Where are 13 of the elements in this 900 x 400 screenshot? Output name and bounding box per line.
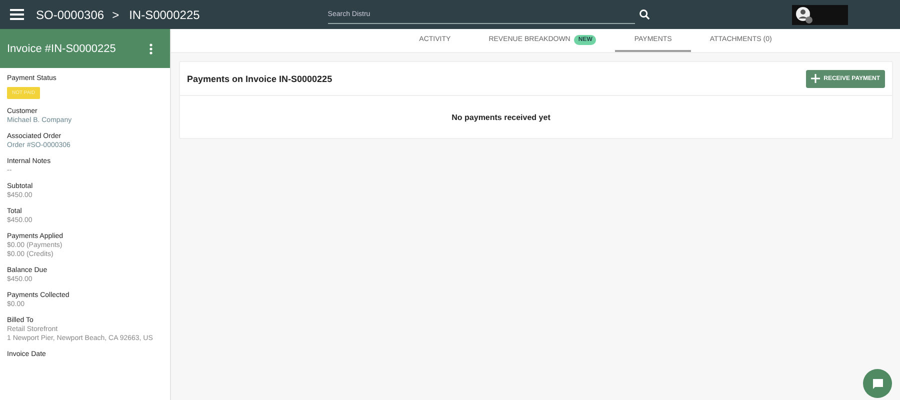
more-icon[interactable] bbox=[149, 42, 153, 54]
empty-message: No payments received yet bbox=[452, 112, 550, 122]
menu-icon[interactable] bbox=[10, 9, 24, 20]
breadcrumb-separator: > bbox=[112, 8, 120, 22]
breadcrumb-link[interactable]: SO-0000306 bbox=[36, 8, 104, 22]
card-title: Payments on Invoice IN-S0000225 bbox=[187, 74, 332, 84]
plus-icon bbox=[810, 74, 820, 83]
user-avatar-icon[interactable] bbox=[792, 4, 848, 24]
chat-button[interactable] bbox=[863, 369, 892, 398]
chat-icon bbox=[872, 378, 884, 390]
search-icon[interactable] bbox=[638, 9, 650, 20]
invoice-title: Invoice #IN-S0000225 bbox=[7, 42, 116, 54]
breadcrumb-current: IN-S0000225 bbox=[129, 8, 200, 22]
